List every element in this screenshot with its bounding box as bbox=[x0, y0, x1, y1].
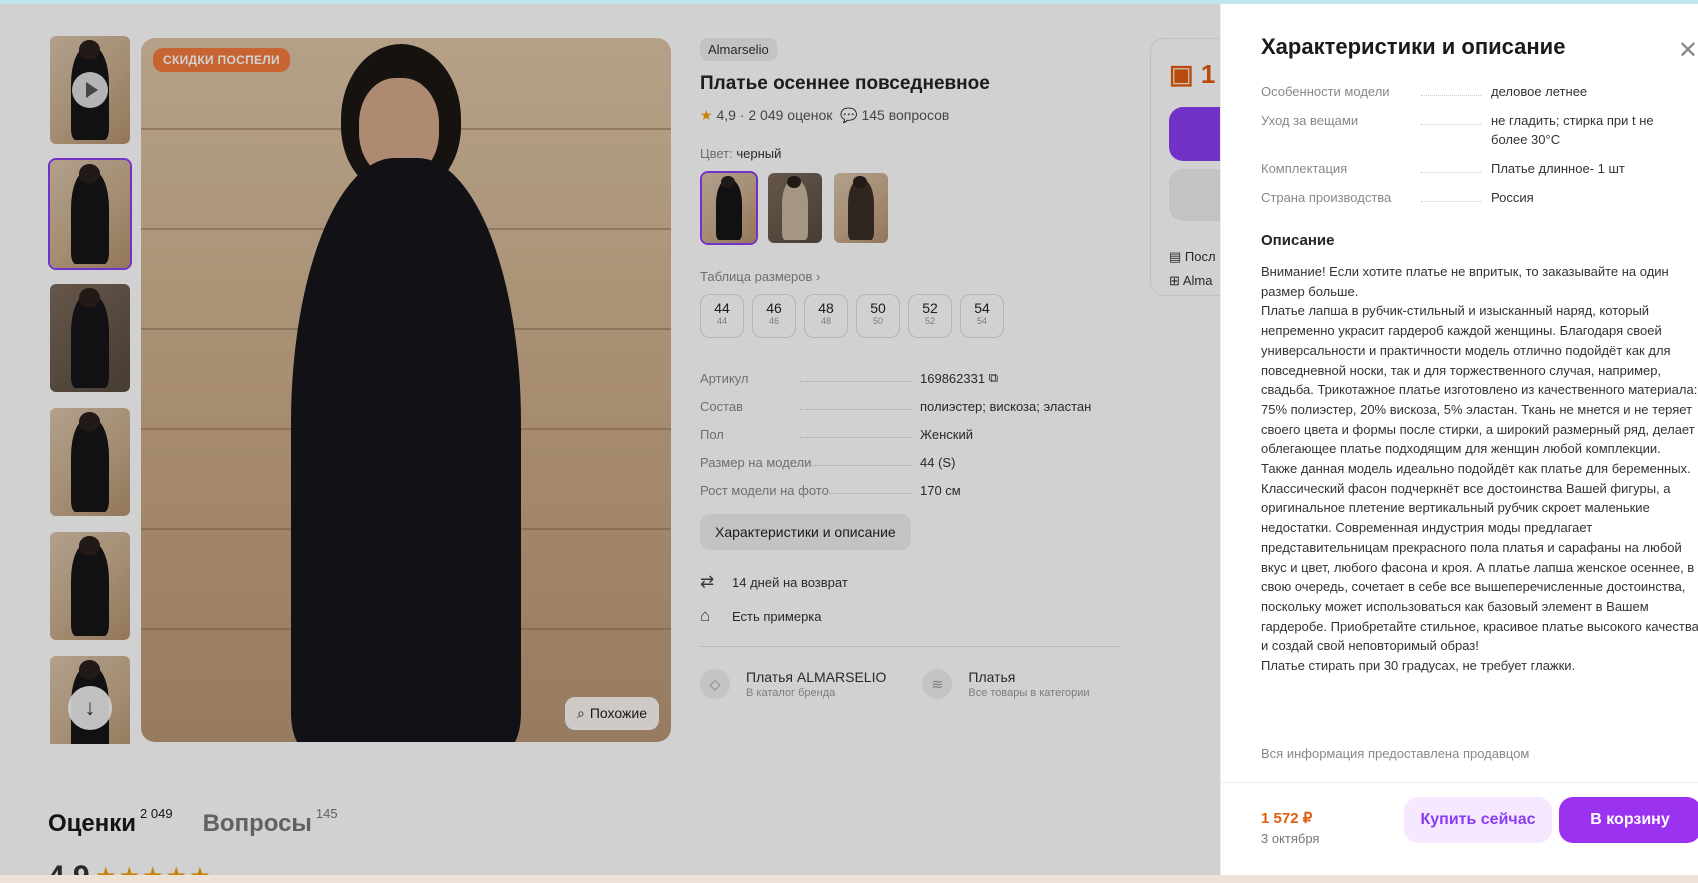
characteristics-drawer: Характеристики и описание ✕ Особенности … bbox=[1220, 4, 1698, 875]
modal-overlay[interactable] bbox=[0, 4, 1220, 879]
spec-row: Особенности модели деловое летнее bbox=[1261, 84, 1588, 99]
description-text: Внимание! Если хотите платье не впритык,… bbox=[1261, 264, 1698, 674]
delivery-date: 3 октября bbox=[1261, 831, 1320, 846]
description-title: Описание bbox=[1261, 232, 1335, 249]
seller-note: Вся информация предоставлена продавцом bbox=[1261, 746, 1530, 761]
buy-now-button[interactable]: Купить сейчас bbox=[1404, 797, 1552, 843]
add-to-cart-button[interactable]: В корзину bbox=[1559, 797, 1698, 843]
browser-bottom-strip bbox=[0, 875, 1698, 883]
footer-price: 1 572 ₽ bbox=[1261, 810, 1313, 827]
drawer-title: Характеристики и описание bbox=[1261, 34, 1566, 59]
drawer-footer: 1 572 ₽ 3 октября Купить сейчас В корзин… bbox=[1221, 782, 1698, 875]
drawer-specs: Особенности модели деловое летнее Уход за… bbox=[1261, 82, 1681, 217]
spec-row: Уход за вещами не гладить; стирка при t н… bbox=[1261, 113, 1654, 147]
spec-row: Страна производства Россия bbox=[1261, 190, 1534, 205]
close-icon[interactable]: ✕ bbox=[1668, 36, 1698, 65]
spec-row: Комплектация Платье длинное- 1 шт bbox=[1261, 161, 1625, 176]
